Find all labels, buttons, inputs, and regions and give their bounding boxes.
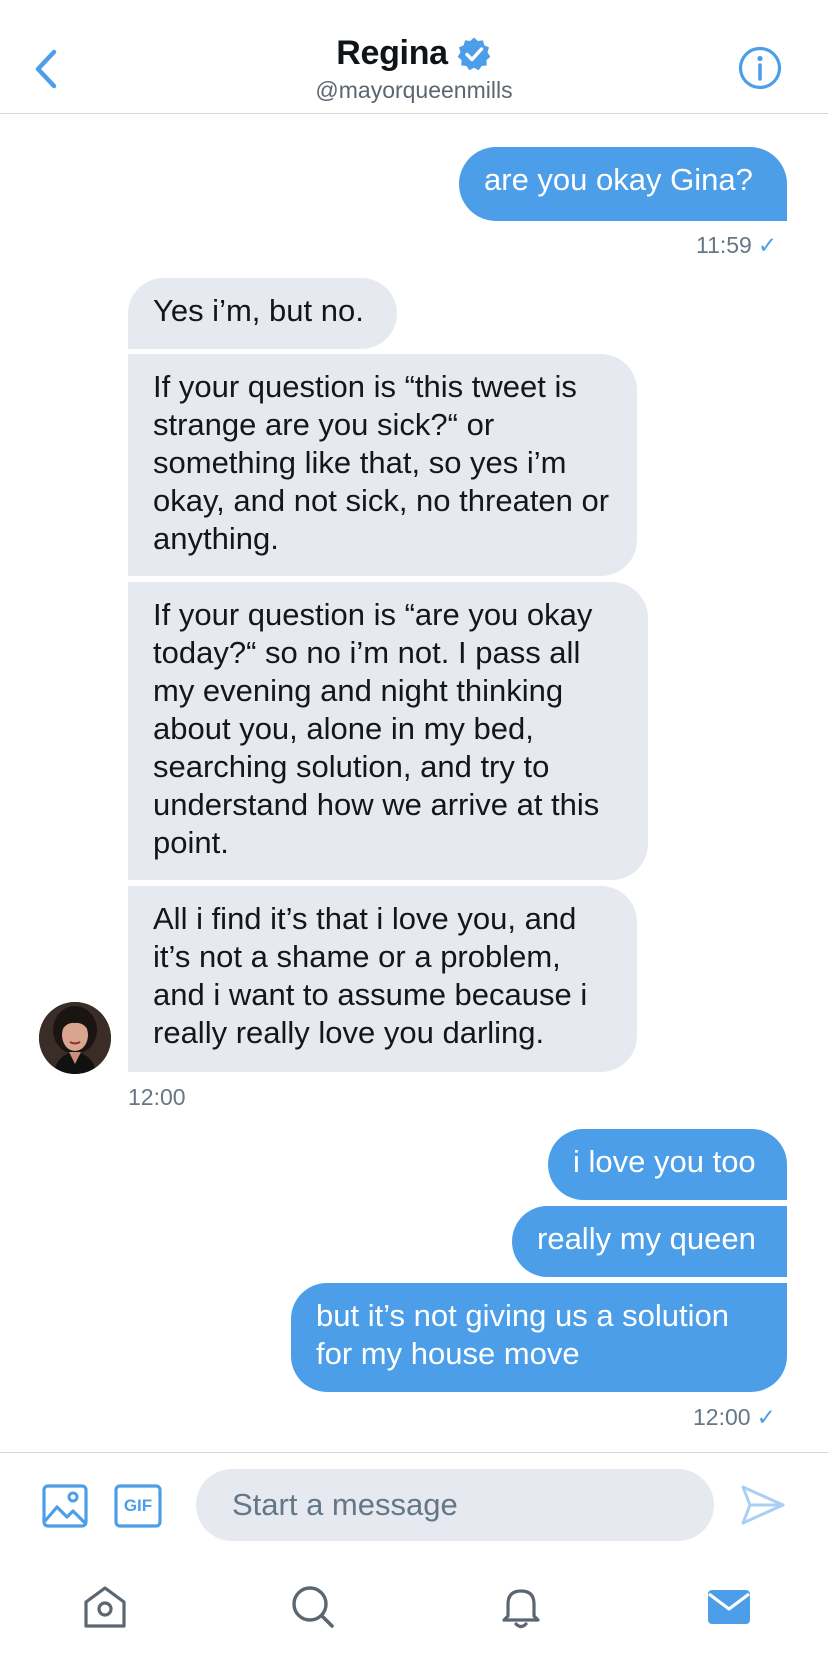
add-image-button[interactable] bbox=[42, 1483, 88, 1529]
avatar-image bbox=[39, 1002, 111, 1074]
message-input[interactable] bbox=[196, 1469, 714, 1541]
message-timestamp: 12:00 bbox=[128, 1084, 186, 1110]
outgoing-message[interactable]: really my queen bbox=[512, 1206, 787, 1277]
outgoing-message[interactable]: i love you too bbox=[548, 1129, 787, 1200]
tab-notifications[interactable] bbox=[496, 1582, 546, 1632]
incoming-message[interactable]: Yes i’m, but no. bbox=[128, 278, 397, 349]
conversation-info-button[interactable] bbox=[738, 46, 782, 90]
timestamp-text: 11:59 bbox=[696, 232, 752, 258]
contact-handle: @mayorqueenmills bbox=[315, 77, 513, 103]
search-icon bbox=[292, 1586, 334, 1628]
info-icon bbox=[738, 46, 782, 90]
gif-label: GIF bbox=[123, 1496, 153, 1515]
read-checkmark-icon: ✓ bbox=[756, 1404, 776, 1430]
message-composer: GIF bbox=[0, 1452, 828, 1552]
send-button[interactable] bbox=[740, 1483, 786, 1527]
outgoing-message[interactable]: are you okay Gina? bbox=[459, 147, 787, 221]
tab-home[interactable] bbox=[80, 1582, 130, 1632]
home-icon bbox=[84, 1586, 126, 1628]
conversation-title-block[interactable]: Regina @mayorqueenmills bbox=[0, 34, 828, 104]
tab-search[interactable] bbox=[288, 1582, 338, 1632]
message-timestamp: 11:59 ✓ bbox=[696, 232, 777, 259]
mail-icon bbox=[708, 1590, 750, 1624]
message-timestamp: 12:00 ✓ bbox=[693, 1404, 776, 1431]
bell-icon bbox=[502, 1589, 540, 1629]
image-icon bbox=[42, 1484, 88, 1528]
timestamp-text: 12:00 bbox=[693, 1404, 751, 1430]
incoming-message[interactable]: All i find it’s that i love you, and it’… bbox=[128, 886, 637, 1072]
conversation-header: Regina @mayorqueenmills bbox=[0, 0, 828, 114]
read-checkmark-icon: ✓ bbox=[757, 232, 778, 258]
contact-avatar[interactable] bbox=[39, 1002, 111, 1074]
verified-badge-icon bbox=[457, 37, 491, 70]
tab-messages[interactable] bbox=[704, 1582, 754, 1632]
send-icon bbox=[741, 1485, 785, 1525]
bottom-tab-bar bbox=[0, 1560, 828, 1666]
incoming-message[interactable]: If your question is “are you okay today?… bbox=[128, 582, 648, 880]
contact-name: Regina bbox=[336, 34, 448, 72]
add-gif-button[interactable]: GIF bbox=[114, 1483, 162, 1529]
incoming-message[interactable]: If your question is “this tweet is stran… bbox=[128, 354, 637, 576]
outgoing-message[interactable]: but it’s not giving us a solution for my… bbox=[291, 1283, 787, 1392]
